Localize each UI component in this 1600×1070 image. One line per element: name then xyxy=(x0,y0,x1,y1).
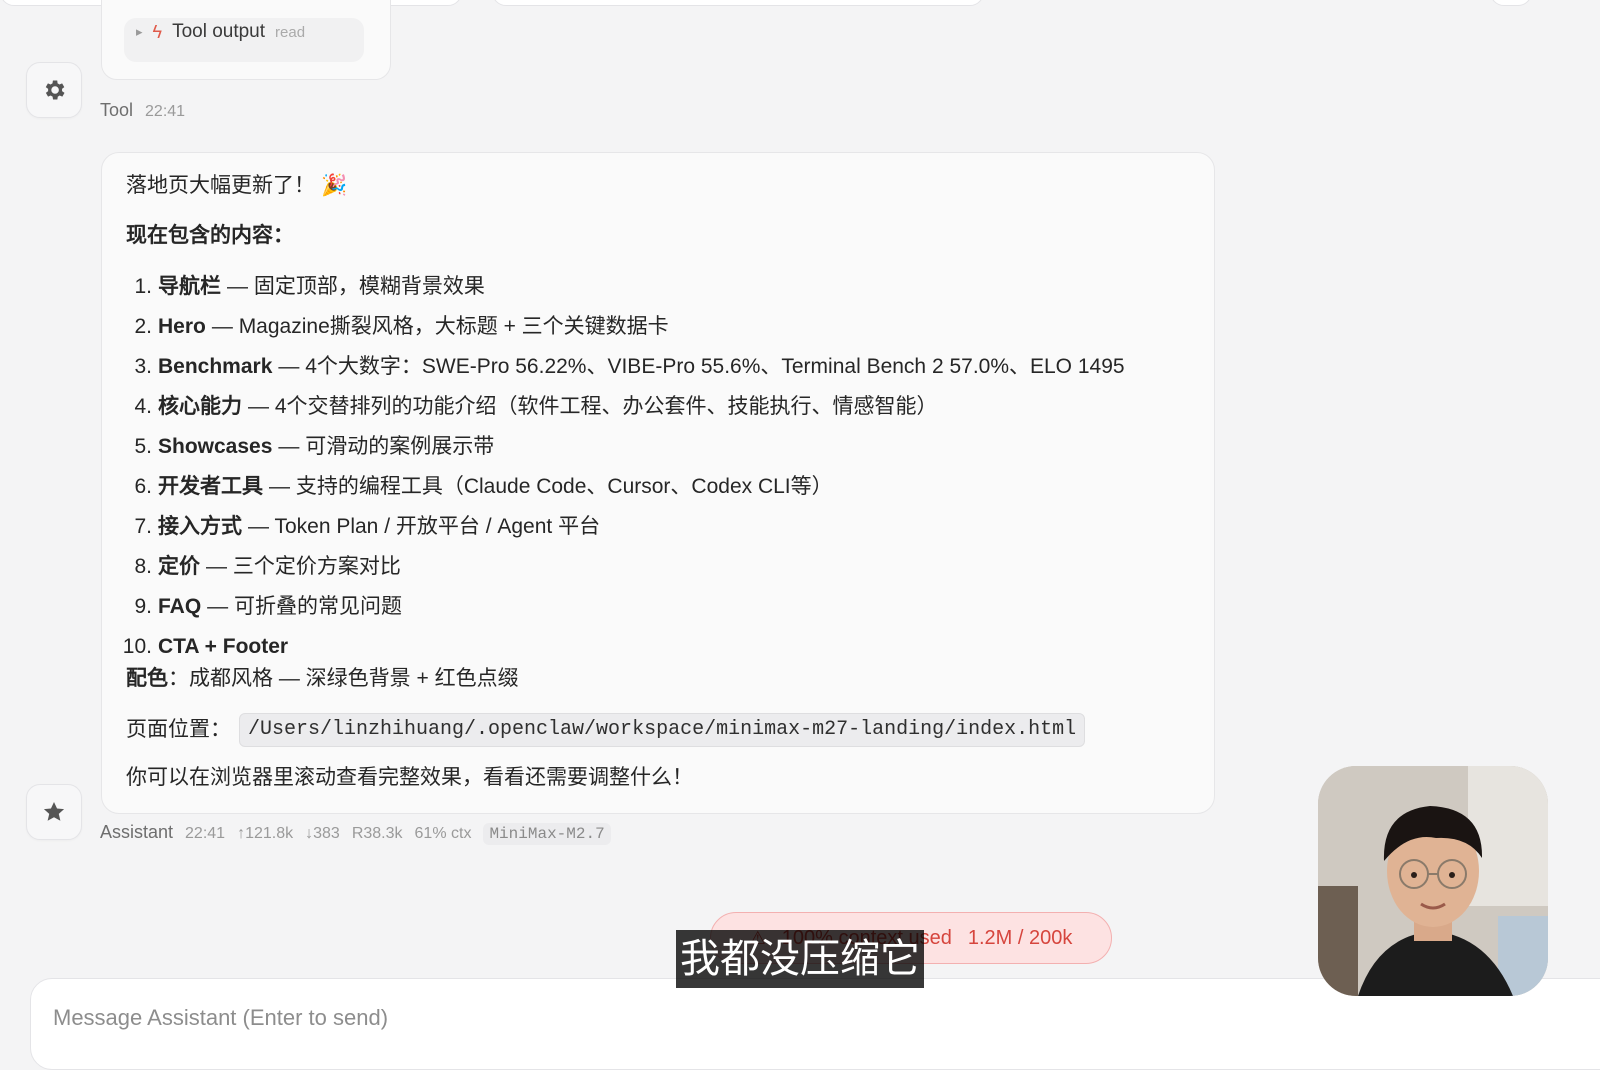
assistant-message-meta: Assistant 22:41 ↑121.8k ↓383 R38.3k 61% … xyxy=(100,822,611,845)
feature-list-item: 2. Hero — Magazine撕裂风格，大标题 + 三个关键数据卡 xyxy=(126,307,1204,347)
feature-list-item: 4. 核心能力 — 4个交替排列的功能介绍（软件工程、办公套件、技能执行、情感智能） xyxy=(126,387,1204,427)
item-name: 导航栏 xyxy=(158,275,221,298)
content-subhead: 现在包含的内容： xyxy=(126,224,294,247)
reads-count: R38.3k xyxy=(351,825,403,842)
previous-card-fragment xyxy=(1490,0,1532,6)
message-input-placeholder: Message Assistant (Enter to send) xyxy=(53,1005,389,1030)
item-number: 2. xyxy=(134,315,152,338)
star-icon xyxy=(43,802,65,821)
tokens-up: ↑121.8k xyxy=(237,825,294,842)
color-label: 配色 xyxy=(126,667,168,690)
video-subtitle: 我都没压缩它 xyxy=(676,930,924,988)
feature-list-item: 1. 导航栏 — 固定顶部，模糊背景效果 xyxy=(126,267,1204,307)
context-usage: 1.2M / 200k xyxy=(967,926,1073,949)
feature-list-item: 10. CTA + Footer xyxy=(123,627,1204,667)
assistant-avatar xyxy=(26,784,82,840)
closing-text: 你可以在浏览器里滚动查看完整效果，看看还需要调整什么！ xyxy=(126,766,693,789)
item-desc: — 可滑动的案例展示带 xyxy=(278,435,495,458)
color-scheme-line: 配色 ：成都风格 — 深绿色背景 + 红色点缀 xyxy=(126,663,1204,695)
message-title-text: 落地页大幅更新了！ xyxy=(126,174,315,197)
feature-list-item: 6. 开发者工具 — 支持的编程工具（Claude Code、Cursor、Code… xyxy=(126,467,1204,507)
feature-list: 1. 导航栏 — 固定顶部，模糊背景效果 2. Hero — Magazine撕裂风格，大… xyxy=(123,267,1204,667)
sender-name: Tool xyxy=(100,100,134,120)
tool-bolt-icon: ϟ xyxy=(152,21,163,42)
item-number: 9. xyxy=(134,595,152,618)
item-number: 3. xyxy=(134,355,152,378)
item-name: 核心能力 xyxy=(158,395,242,418)
party-popper-icon: 🎉 xyxy=(321,174,348,197)
item-number: 8. xyxy=(134,555,152,578)
item-number: 4. xyxy=(134,395,152,418)
file-path-code[interactable]: /Users/linzhihuang/.openclaw/workspace/m… xyxy=(239,713,1086,747)
item-desc: — 可折叠的常见问题 xyxy=(207,595,403,618)
tool-output-label: Tool output xyxy=(172,21,266,42)
tool-avatar xyxy=(26,62,82,118)
item-number: 7. xyxy=(134,515,152,538)
item-name: Hero xyxy=(158,315,206,338)
sender-name: Assistant xyxy=(100,822,174,842)
item-name: 定价 xyxy=(158,555,200,578)
presenter-video xyxy=(1318,766,1548,996)
tool-output-toggle[interactable]: ▸ ϟ Tool output read xyxy=(124,18,364,62)
item-desc: — 固定顶部，模糊背景效果 xyxy=(227,275,485,298)
feature-list-item: 8. 定价 — 三个定价方案对比 xyxy=(126,547,1204,587)
model-badge: MiniMax-M2.7 xyxy=(483,823,611,845)
item-name: 开发者工具 xyxy=(158,475,263,498)
item-name: CTA + Footer xyxy=(158,635,289,658)
feature-list-item: 9. FAQ — 可折叠的常见问题 xyxy=(126,587,1204,627)
item-desc: — 支持的编程工具（Claude Code、Cursor、Codex CLI等） xyxy=(269,475,833,498)
item-number: 6. xyxy=(134,475,152,498)
feature-list-item: 7. 接入方式 — Token Plan / 开放平台 / Agent 平台 xyxy=(126,507,1204,547)
item-number: 10. xyxy=(122,635,152,658)
context-percent: 61% ctx xyxy=(414,825,472,842)
item-desc: — 4个大数字：SWE-Pro 56.22%、VIBE-Pro 55.6%、Te… xyxy=(278,355,1125,378)
item-desc: — Magazine撕裂风格，大标题 + 三个关键数据卡 xyxy=(211,315,669,338)
item-number: 1. xyxy=(134,275,152,298)
item-name: 接入方式 xyxy=(158,515,242,538)
message-time: 22:41 xyxy=(145,103,186,120)
previous-card-fragment xyxy=(492,0,984,6)
tokens-down: ↓383 xyxy=(305,825,340,842)
item-name: Benchmark xyxy=(158,355,273,378)
item-desc: — 4个交替排列的功能介绍（软件工程、办公套件、技能执行、情感智能） xyxy=(248,395,938,418)
tool-message-meta: Tool 22:41 xyxy=(100,100,185,121)
assistant-message-bubble: 落地页大幅更新了！ 🎉 现在包含的内容： 1. 导航栏 — 固定顶部，模糊背景效果 2… xyxy=(101,152,1215,814)
item-desc: — 三个定价方案对比 xyxy=(206,555,401,578)
webcam-overlay xyxy=(1318,766,1548,996)
item-desc: — Token Plan / 开放平台 / Agent 平台 xyxy=(248,515,601,538)
feature-list-item: 5. Showcases — 可滑动的案例展示带 xyxy=(126,427,1204,467)
chevron-right-icon: ▸ xyxy=(136,24,143,39)
item-name: Showcases xyxy=(158,435,273,458)
item-name: FAQ xyxy=(158,595,202,618)
path-label: 页面位置： xyxy=(126,718,231,741)
tool-output-sub: read xyxy=(275,23,306,41)
item-number: 5. xyxy=(134,435,152,458)
page-path-line: 页面位置： /Users/linzhihuang/.openclaw/works… xyxy=(126,713,1204,747)
gear-icon xyxy=(45,80,65,100)
feature-list-item: 3. Benchmark — 4个大数字：SWE-Pro 56.22%、VIBE-P… xyxy=(126,347,1204,387)
color-desc: ：成都风格 — 深绿色背景 + 红色点缀 xyxy=(168,667,519,690)
message-time: 22:41 xyxy=(185,825,226,842)
message-title: 落地页大幅更新了！ 🎉 xyxy=(126,171,1204,201)
